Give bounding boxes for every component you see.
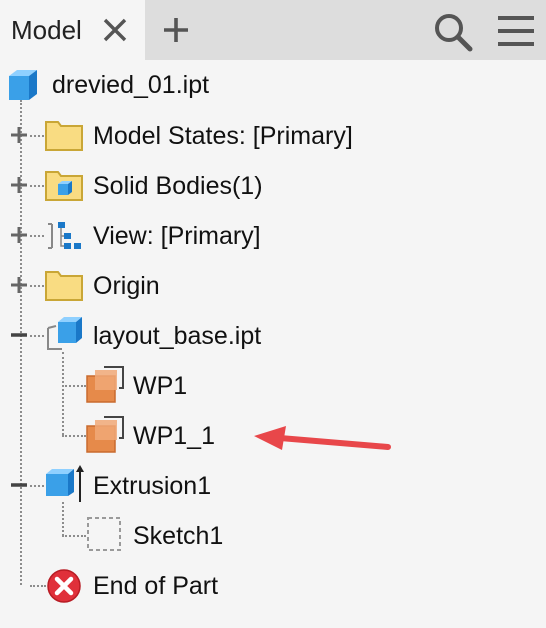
model-browser-tree: drevied_01.ipt Model States: [Primary] S… bbox=[0, 60, 546, 628]
close-icon[interactable] bbox=[102, 17, 128, 43]
plus-icon[interactable] bbox=[162, 16, 190, 44]
derived-part-icon bbox=[47, 317, 82, 350]
tree-connector bbox=[30, 185, 44, 187]
tree-node-label: Sketch1 bbox=[133, 522, 224, 550]
annotation-arrow-icon bbox=[254, 426, 391, 450]
tree-node-label: WP1 bbox=[133, 372, 188, 400]
tree-node-label: Solid Bodies(1) bbox=[93, 172, 263, 200]
expand-plus-icon[interactable] bbox=[9, 175, 29, 195]
tree-node-label: End of Part bbox=[93, 572, 219, 600]
hamburger-menu-icon[interactable] bbox=[497, 14, 535, 48]
tree-node-label: WP1_1 bbox=[133, 422, 215, 450]
browser-tab-bar: Model bbox=[0, 0, 546, 60]
tree-connector bbox=[62, 535, 86, 537]
tree-connector bbox=[30, 585, 46, 587]
tab-model-label: Model bbox=[11, 15, 82, 45]
tree-connector bbox=[30, 335, 44, 337]
tree-connector bbox=[30, 485, 44, 487]
sketch-icon bbox=[87, 517, 121, 551]
tree-node-label: Origin bbox=[93, 272, 160, 300]
tree-connector bbox=[62, 435, 86, 437]
part-cube-icon bbox=[9, 70, 37, 100]
end-of-part-icon bbox=[47, 569, 81, 603]
tree-node-label: Model States: [Primary] bbox=[93, 122, 353, 150]
tree-connector bbox=[62, 352, 64, 435]
tree-connector bbox=[30, 285, 44, 287]
tree-connector bbox=[30, 235, 44, 237]
collapse-minus-icon[interactable] bbox=[9, 475, 29, 495]
folder-solid-body-icon bbox=[45, 171, 83, 201]
extrusion-icon bbox=[46, 465, 84, 502]
tree-node-label: View: [Primary] bbox=[93, 222, 261, 250]
expand-plus-icon[interactable] bbox=[9, 275, 29, 295]
expand-plus-icon[interactable] bbox=[9, 125, 29, 145]
tree-node-label: layout_base.ipt bbox=[93, 322, 262, 350]
search-icon[interactable] bbox=[433, 12, 473, 52]
work-plane-icon bbox=[86, 366, 124, 403]
tree-connector bbox=[30, 135, 44, 137]
expand-plus-icon[interactable] bbox=[9, 225, 29, 245]
tree-node-label: drevied_01.ipt bbox=[52, 71, 210, 99]
tree-connector bbox=[62, 502, 64, 536]
tree-connector bbox=[62, 385, 86, 387]
folder-icon bbox=[45, 121, 83, 151]
view-representation-icon bbox=[48, 222, 81, 249]
tree-node-label: Extrusion1 bbox=[93, 472, 212, 500]
collapse-minus-icon[interactable] bbox=[9, 325, 29, 345]
work-plane-icon bbox=[86, 416, 124, 453]
folder-icon bbox=[45, 271, 83, 301]
tab-model[interactable]: Model bbox=[0, 0, 145, 60]
